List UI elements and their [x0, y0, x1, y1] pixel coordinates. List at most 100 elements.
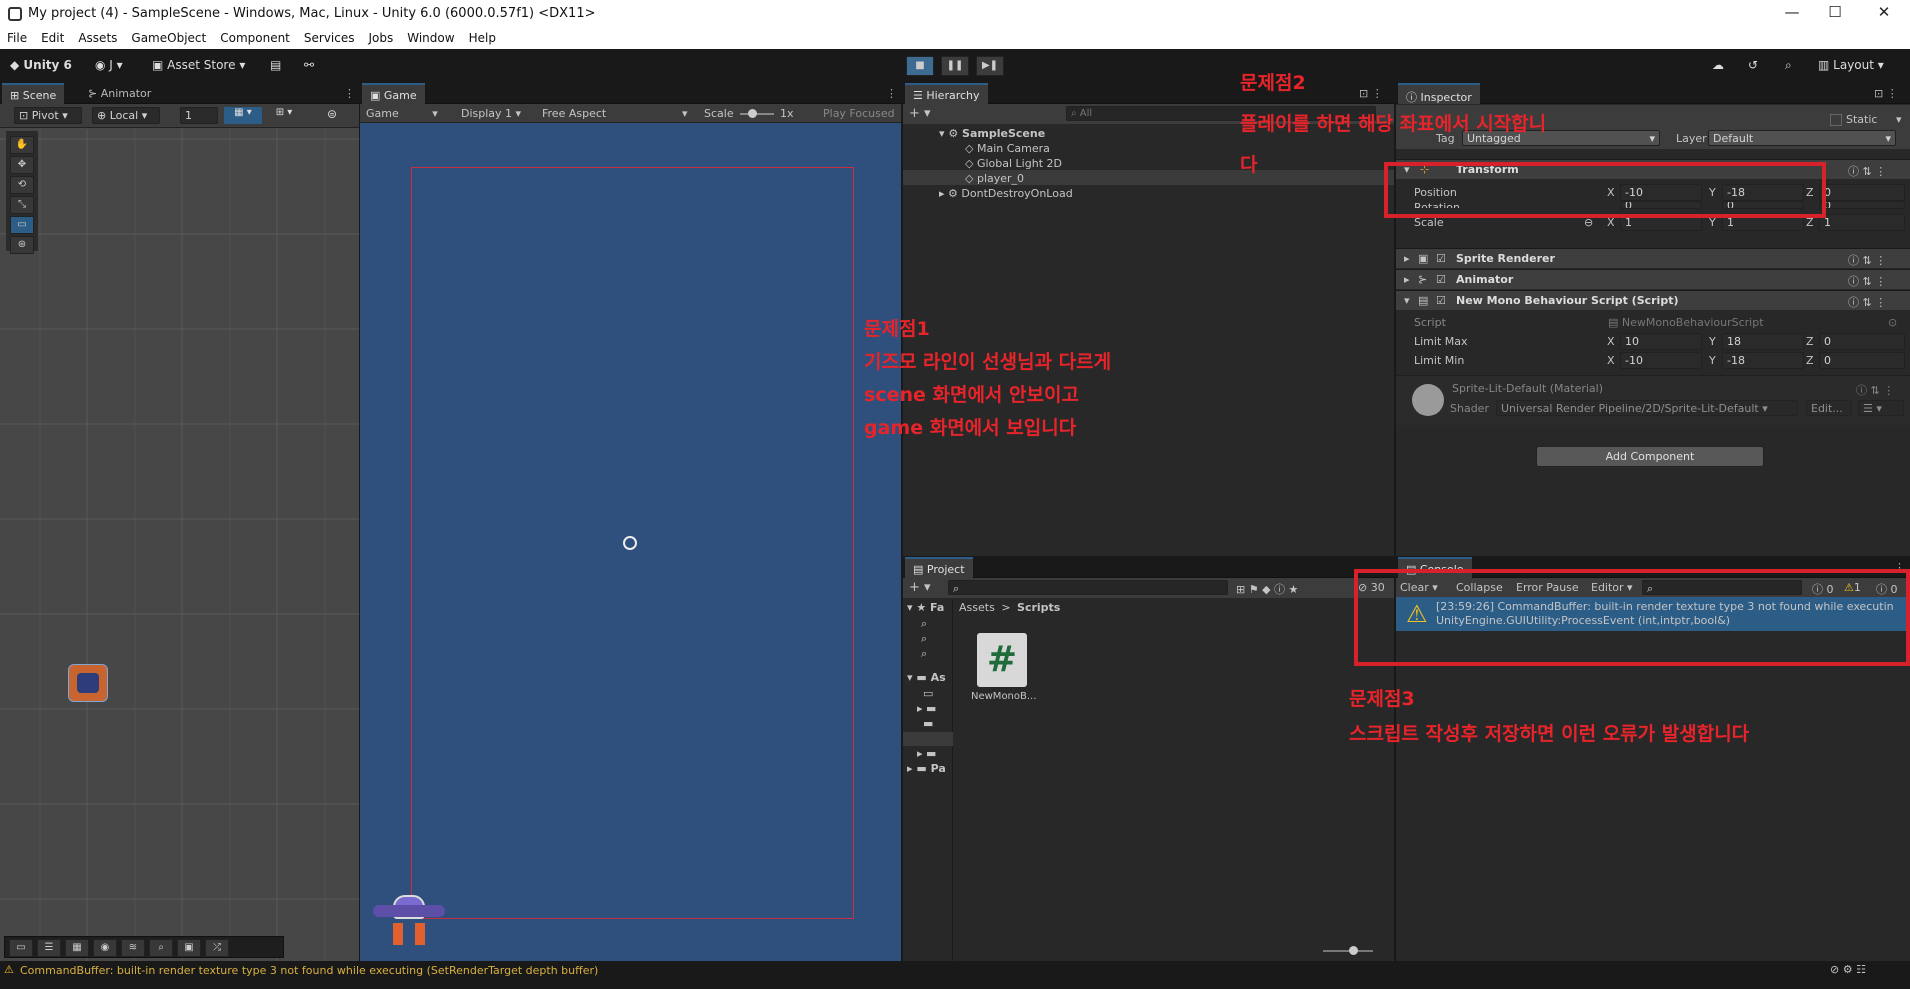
account-button[interactable]: ◉ J ▾ [95, 58, 123, 72]
layers-overlay-icon[interactable]: ≋ [121, 939, 145, 957]
object-picker-icon[interactable]: ⊙ [1888, 316, 1897, 329]
foldout-icon[interactable]: ▸ [1404, 252, 1410, 265]
move-tool-icon[interactable]: ✥ [10, 156, 34, 174]
grid-overlay-icon[interactable]: ▦ [65, 939, 89, 957]
icon-size-slider[interactable] [1323, 946, 1373, 955]
game-mode-dropdown[interactable]: Game ▾ [366, 107, 438, 120]
packages-folder[interactable]: ▸ ▬ Pa [907, 762, 946, 775]
breadcrumb-assets[interactable]: Assets [959, 601, 995, 614]
component-menu-icons[interactable]: ⓘ ⇅ ⋮ [1848, 252, 1886, 268]
asset-name[interactable]: NewMonoB... [971, 691, 1036, 702]
layout-dropdown[interactable]: ▥ Layout ▾ [1818, 58, 1884, 72]
hierarchy-item-global-light[interactable]: ◇ Global Light 2D [965, 157, 1062, 170]
view-overlay-icon[interactable]: ▣ [177, 939, 201, 957]
hierarchy-item-samplescene[interactable]: ▾ ⚙ SampleScene [939, 127, 1045, 140]
menu-assets[interactable]: Assets [71, 29, 124, 49]
scale-slider[interactable] [740, 109, 774, 118]
cloud-icon[interactable]: ☁ [1712, 58, 1724, 72]
component-menu-icons[interactable]: ⓘ ⇅ ⋮ [1856, 382, 1894, 398]
pivot-dropdown[interactable]: ⊡ Pivot ▾ [14, 107, 82, 124]
favorite-search-icon[interactable]: ⌕ [921, 647, 927, 661]
hierarchy-item-dontdestroy[interactable]: ▸ ⚙ DontDestroyOnLoad [939, 187, 1073, 200]
hierarchy-item-player[interactable]: ◇ player_0 [965, 172, 1024, 185]
rect-overlay-icon[interactable]: ▭ [9, 939, 33, 957]
step-button[interactable]: ▶❚ [976, 56, 1004, 76]
inspector-lock-icon[interactable]: ⊡ ⋮ [1866, 83, 1906, 104]
component-menu-icons[interactable]: ⓘ ⇅ ⋮ [1848, 273, 1886, 289]
limit-min-y-field[interactable]: -18 [1722, 352, 1804, 369]
tab-animator[interactable]: ⊱ Animator [80, 83, 159, 104]
unity-version-button[interactable]: ◆ Unity 6 [10, 58, 72, 72]
pause-button[interactable]: ❚❚ [941, 56, 969, 76]
player-sprite[interactable] [68, 664, 108, 702]
scale-tool-icon[interactable]: ⤡ [10, 196, 34, 214]
csharp-script-icon[interactable]: # [977, 633, 1027, 687]
folder-icon[interactable]: ▸ ▬ [917, 702, 936, 715]
menu-edit[interactable]: Edit [34, 29, 71, 49]
assets-folder[interactable]: ▾ ▬ As [907, 671, 946, 684]
animator-header[interactable]: ▸ ⊱ ☑ Animator ⓘ ⇅ ⋮ [1396, 269, 1910, 289]
menu-help[interactable]: Help [462, 29, 503, 49]
transform-tool-icon[interactable]: ⊛ [10, 236, 34, 254]
play-button[interactable]: ■ [906, 56, 934, 76]
zoom-overlay-icon[interactable]: ⌕ [149, 939, 173, 957]
component-menu-icons[interactable]: ⓘ ⇅ ⋮ [1848, 163, 1886, 179]
align-overlay-icon[interactable]: ☰ [37, 939, 61, 957]
version-control-icon[interactable]: ⚯ [304, 58, 314, 72]
hand-tool-icon[interactable]: ✋ [10, 136, 34, 154]
close-button[interactable]: ✕ [1864, 3, 1904, 25]
foldout-icon[interactable]: ▾ [1404, 294, 1410, 307]
grid-toggle[interactable]: ▦ ▾ [224, 107, 262, 124]
aspect-dropdown[interactable]: Free Aspect ▾ [542, 107, 692, 120]
hierarchy-item-main-camera[interactable]: ◇ Main Camera [965, 142, 1050, 155]
snap-toggle[interactable]: ⊞ ▾ [266, 107, 302, 124]
folder-icon[interactable]: ▬ [923, 717, 933, 730]
maximize-button[interactable]: ☐ [1815, 3, 1855, 25]
status-message[interactable]: CommandBuffer: built-in render texture t… [20, 964, 598, 977]
shuffle-overlay-icon[interactable]: ⤮ [205, 939, 229, 957]
script-header[interactable]: ▾ ▤ ☑ New Mono Behaviour Script (Script)… [1396, 290, 1910, 310]
rotate-tool-icon[interactable]: ⟲ [10, 176, 34, 194]
folder-icon[interactable]: ▸ ▬ [917, 747, 936, 760]
menu-component[interactable]: Component [213, 29, 297, 49]
layer-dropdown[interactable]: Default ▾ [1708, 130, 1896, 146]
foldout-icon[interactable]: ▸ [1404, 273, 1410, 286]
history-icon[interactable]: ↺ [1748, 58, 1758, 72]
menu-window[interactable]: Window [400, 29, 461, 49]
limit-max-z-field[interactable]: 0 [1819, 333, 1905, 350]
limit-min-z-field[interactable]: 0 [1819, 352, 1905, 369]
icon-size-slider-handle[interactable] [1349, 946, 1358, 955]
rect-tool-icon[interactable]: ▭ [10, 216, 34, 234]
tab-game[interactable]: ▣ Game [362, 83, 425, 104]
grid-snap-input[interactable]: 1 [180, 107, 218, 124]
enabled-checkbox[interactable]: ☑ [1436, 273, 1446, 286]
folder-icon[interactable]: ▭ [923, 687, 933, 700]
package-icon[interactable]: ▤ [270, 58, 281, 72]
play-focused-dropdown[interactable]: Play Focused [823, 107, 895, 120]
limit-max-x-field[interactable]: 10 [1620, 333, 1702, 350]
search-icon[interactable]: ⌕ [1785, 58, 1792, 73]
shader-options-dropdown[interactable]: ☰ ▾ [1858, 400, 1904, 416]
display-dropdown[interactable]: Display 1 ▾ [461, 107, 521, 120]
menu-services[interactable]: Services [297, 29, 362, 49]
position-z-field[interactable]: 0 [1819, 184, 1905, 201]
sprite-renderer-header[interactable]: ▸ ▣ ☑ Sprite Renderer ⓘ ⇅ ⋮ [1396, 248, 1910, 268]
menu-file[interactable]: File [0, 29, 34, 49]
tab-scene[interactable]: ⊞ Scene [2, 83, 65, 104]
add-component-button[interactable]: Add Component [1536, 446, 1764, 467]
orientation-gizmo-icon[interactable]: ⊜ [320, 107, 344, 124]
asset-store-button[interactable]: ▣ Asset Store ▾ [152, 58, 245, 72]
local-dropdown[interactable]: ⊕ Local ▾ [92, 107, 160, 124]
project-filter-icons[interactable]: ⊞ ⚑ ◆ ⓘ ★ [1236, 581, 1298, 597]
shader-dropdown[interactable]: Universal Render Pipeline/2D/Sprite-Lit-… [1496, 400, 1798, 416]
static-checkbox[interactable] [1830, 114, 1842, 126]
menu-gameobject[interactable]: GameObject [124, 29, 213, 49]
shader-edit-button[interactable]: Edit... [1806, 400, 1852, 416]
status-icons[interactable]: ⊘ ⚙ ☷ [1830, 963, 1866, 976]
enabled-checkbox[interactable]: ☑ [1436, 294, 1446, 307]
game-menu-icon[interactable]: ⋮ [878, 83, 905, 104]
favorite-search-icon[interactable]: ⌕ [921, 617, 927, 631]
folder-selected[interactable] [903, 732, 953, 746]
tab-hierarchy[interactable]: ☰ Hierarchy [905, 83, 988, 104]
enabled-checkbox[interactable]: ☑ [1436, 252, 1446, 265]
